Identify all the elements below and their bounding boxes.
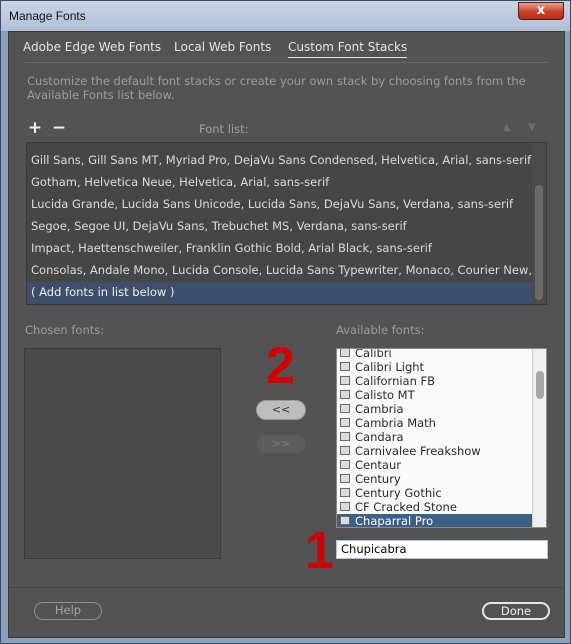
manage-fonts-window: Manage Fonts x Adobe Edge Web Fonts Loca… <box>0 0 571 644</box>
font-name: Calibri Light <box>355 360 425 374</box>
font-name: CF Cracked Stone <box>355 500 457 514</box>
add-stack-button[interactable]: + <box>27 119 43 137</box>
window-title: Manage Fonts <box>9 9 86 23</box>
tab-adobe-edge-web-fonts[interactable]: Adobe Edge Web Fonts <box>23 40 161 54</box>
font-file-icon <box>340 418 350 427</box>
font-name: Calibri <box>355 348 392 360</box>
list-item[interactable]: Carnivalee Freakshow <box>337 444 533 458</box>
chosen-fonts-label: Chosen fonts: <box>25 323 105 337</box>
tab-divider <box>25 62 548 63</box>
list-item[interactable]: Century <box>337 472 533 486</box>
font-file-icon <box>340 376 350 385</box>
list-item[interactable]: Consolas, Andale Mono, Lucida Console, L… <box>27 260 532 282</box>
list-item-selected[interactable]: ( Add fonts in list below ) <box>27 282 532 304</box>
font-list-toolbar: + − Font list: ▲ ▼ <box>27 119 547 141</box>
list-item[interactable]: Gill Sans, Gill Sans MT, Myriad Pro, Dej… <box>27 150 532 172</box>
list-item[interactable]: Centaur <box>337 458 533 472</box>
annotation-step-2: 2 <box>266 337 295 395</box>
font-list-scrollbar[interactable] <box>532 143 546 304</box>
font-file-icon <box>340 460 350 469</box>
close-button[interactable]: x <box>518 2 564 20</box>
font-name: Cambria Math <box>355 416 436 430</box>
list-item[interactable]: Segoe, Segoe UI, DejaVu Sans, Trebuchet … <box>27 216 532 238</box>
available-fonts-list[interactable]: Calibri Calibri Light Californian FB Cal… <box>336 348 547 528</box>
font-stack-list[interactable]: Gill Sans, Gill Sans MT, Myriad Pro, Dej… <box>26 142 547 305</box>
list-item[interactable]: Cambria <box>337 402 533 416</box>
scrollbar-thumb[interactable] <box>535 185 543 300</box>
font-file-icon <box>340 474 350 483</box>
tab-bar: Adobe Edge Web Fonts Local Web Fonts Cus… <box>9 32 564 62</box>
remove-from-chosen-button[interactable]: >> <box>256 434 306 454</box>
chosen-fonts-list[interactable] <box>24 348 221 559</box>
font-file-icon <box>340 349 350 357</box>
list-item[interactable]: Century Gothic <box>337 486 533 500</box>
font-file-icon <box>340 446 350 455</box>
list-item[interactable]: Gotham, Helvetica Neue, Helvetica, Arial… <box>27 172 532 194</box>
scrollbar-thumb[interactable] <box>536 371 544 399</box>
list-item[interactable]: Lucida Grande, Lucida Sans Unicode, Luci… <box>27 194 532 216</box>
font-name: Chaparral Pro <box>355 514 434 528</box>
font-file-icon <box>340 404 350 413</box>
font-file-icon <box>340 502 350 511</box>
move-down-button[interactable]: ▼ <box>528 122 536 133</box>
dialog-body: Adobe Edge Web Fonts Local Web Fonts Cus… <box>8 31 565 638</box>
font-file-icon <box>340 516 350 525</box>
available-fonts-label: Available fonts: <box>336 323 425 337</box>
list-item[interactable]: Calibri <box>337 348 533 360</box>
font-name: Centaur <box>355 458 401 472</box>
title-bar[interactable]: Manage Fonts x <box>1 1 570 31</box>
done-button[interactable]: Done <box>482 602 550 620</box>
font-file-icon <box>340 488 350 497</box>
annotation-step-1: 1 <box>305 522 334 580</box>
description-text: Customize the default font stacks or cre… <box>27 74 526 102</box>
tab-local-web-fonts[interactable]: Local Web Fonts <box>174 40 271 54</box>
list-item-selected[interactable]: Chaparral Pro <box>337 514 533 528</box>
list-item[interactable]: Impact, Haettenschweiler, Franklin Gothi… <box>27 238 532 260</box>
list-item[interactable]: CF Cracked Stone <box>337 500 533 514</box>
list-item[interactable]: Candara <box>337 430 533 444</box>
add-to-chosen-button[interactable]: << <box>256 400 306 420</box>
help-button[interactable]: Help <box>34 602 102 620</box>
font-name: Californian FB <box>355 374 436 388</box>
font-name: Calisto MT <box>355 388 415 402</box>
font-file-icon <box>340 390 350 399</box>
list-item[interactable]: Calibri Light <box>337 360 533 374</box>
font-name: Century <box>355 472 401 486</box>
font-name-input[interactable]: Chupicabra <box>336 540 548 559</box>
font-name: Century Gothic <box>355 486 442 500</box>
list-item[interactable]: Calisto MT <box>337 388 533 402</box>
list-item[interactable]: Californian FB <box>337 374 533 388</box>
move-up-button[interactable]: ▲ <box>503 122 511 133</box>
font-name: Carnivalee Freakshow <box>355 444 481 458</box>
font-name: Candara <box>355 430 404 444</box>
font-file-icon <box>340 362 350 371</box>
font-list-label: Font list: <box>199 122 249 136</box>
available-fonts-scrollbar[interactable] <box>532 349 546 527</box>
tab-custom-font-stacks[interactable]: Custom Font Stacks <box>288 40 408 58</box>
footer-divider <box>9 587 564 588</box>
font-file-icon <box>340 432 350 441</box>
remove-stack-button[interactable]: − <box>51 119 67 137</box>
partial-row-above <box>57 143 357 144</box>
list-item[interactable]: Cambria Math <box>337 416 533 430</box>
font-name: Cambria <box>355 402 404 416</box>
